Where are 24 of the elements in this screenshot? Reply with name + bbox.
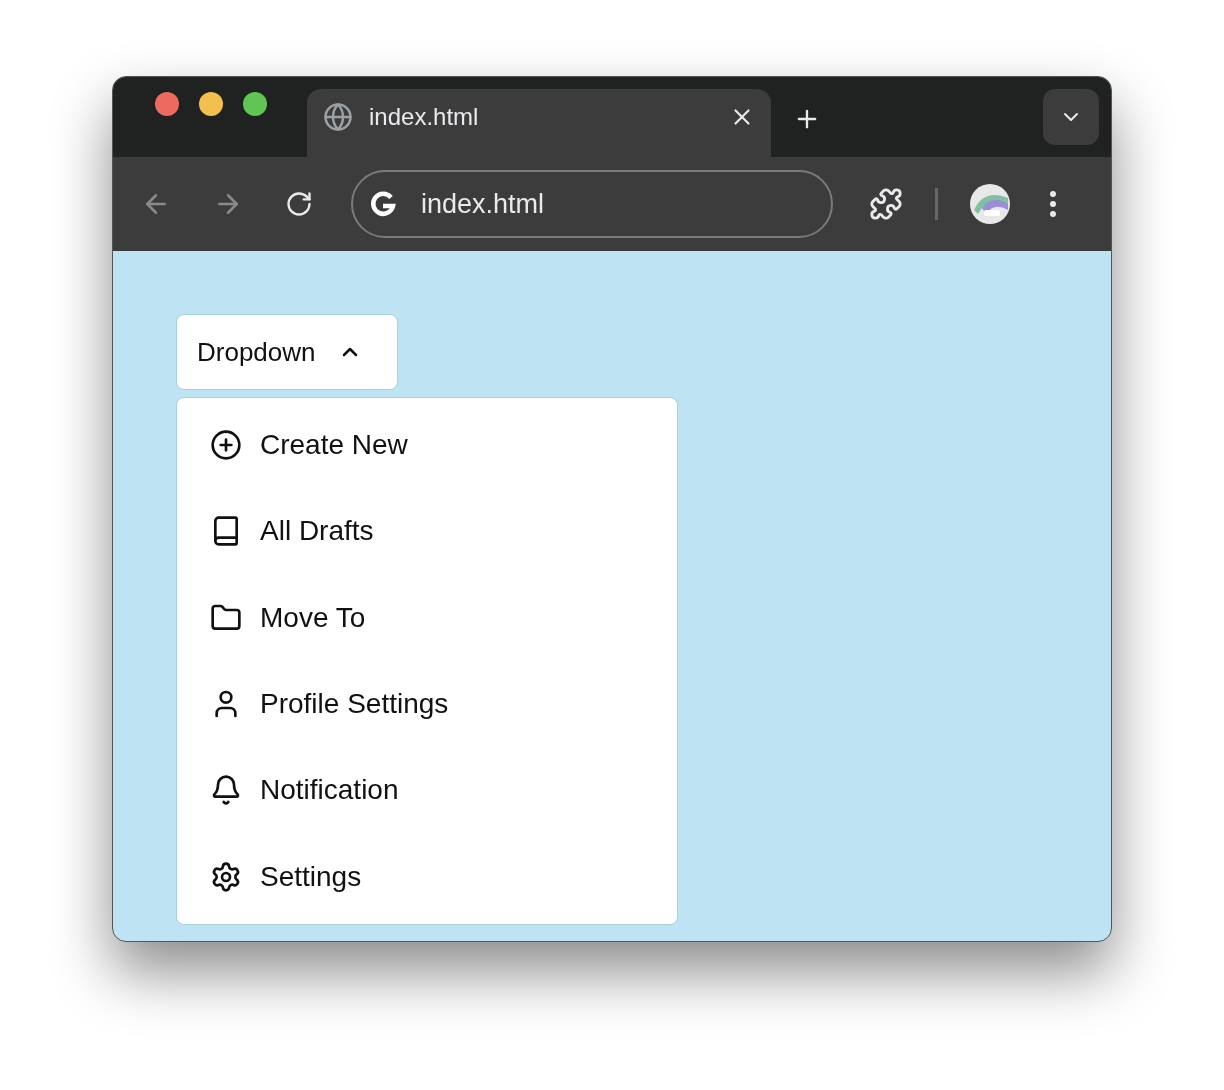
menu-item[interactable]: All Drafts (177, 488, 677, 575)
menu-item[interactable]: Profile Settings (177, 660, 677, 748)
settings-icon (210, 860, 242, 893)
minimize-window-icon[interactable] (199, 91, 223, 116)
close-window-icon[interactable] (155, 91, 179, 116)
reload-button[interactable] (285, 190, 313, 218)
extensions-button[interactable] (869, 187, 903, 221)
browser-tab[interactable]: index.html (307, 89, 771, 157)
zoom-window-icon[interactable] (243, 91, 267, 116)
menu-button[interactable] (1050, 191, 1056, 217)
bell-icon (210, 774, 242, 807)
tab-title: index.html (369, 102, 480, 132)
menu-item[interactable]: Move To (177, 574, 677, 661)
menu-item[interactable]: Settings (177, 833, 677, 920)
address-bar[interactable]: index.html (351, 170, 833, 238)
avatar-icon[interactable] (970, 184, 1010, 224)
url-text: index.html (421, 187, 545, 221)
dropdown-button[interactable]: Dropdown (176, 314, 398, 390)
menu-item[interactable]: Create New (177, 402, 677, 489)
globe-icon (323, 102, 353, 132)
plus-circle-icon (210, 429, 242, 462)
menu-item[interactable]: Notification (177, 747, 677, 834)
menu-icon (1050, 191, 1056, 217)
google-logo (369, 190, 397, 218)
